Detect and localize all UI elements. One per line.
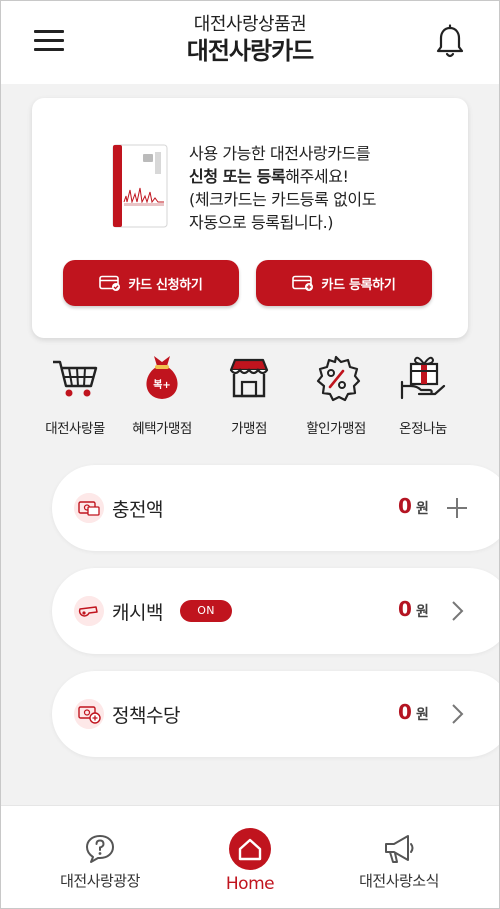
card-text-bold: 신청 또는 등록 xyxy=(189,167,286,186)
card-check-icon xyxy=(99,275,121,291)
balance-amount: 0 xyxy=(398,597,412,621)
card-text-rest: 해주세요! xyxy=(285,167,349,186)
card-apply-label: 카드 신청하기 xyxy=(128,277,203,293)
brand-subtitle: 대전사랑상품권 xyxy=(193,14,307,35)
nav-label: Home xyxy=(225,874,275,894)
chevron-right-icon[interactable] xyxy=(445,599,469,623)
balance-label: 정책수당 xyxy=(112,705,180,727)
daejeon-card-image xyxy=(112,144,168,228)
balance-unit: 원 xyxy=(416,501,429,517)
discount-badge-icon xyxy=(316,355,361,402)
question-bubble-icon xyxy=(86,835,114,863)
category-stores[interactable]: 가맹점 xyxy=(204,352,294,437)
lucky-bag-icon: 복+ xyxy=(146,356,178,399)
balance-amount: 0 xyxy=(398,494,412,518)
hamburger-menu-icon[interactable] xyxy=(34,28,66,54)
card-instruction-text: 사용 가능한 대전사랑카드를 신청 또는 등록해주세요! (체크카드는 카드등록… xyxy=(189,142,449,234)
gift-hand-icon xyxy=(400,356,446,400)
card-register-button[interactable]: 카드 등록하기 xyxy=(256,260,432,306)
brand-title: 대전사랑카드 xyxy=(186,37,314,65)
app-header: 대전사랑상품권 대전사랑카드 xyxy=(0,0,500,84)
whistle-icon xyxy=(74,596,104,626)
balance-row-policy-allowance[interactable]: 정책수당 0 원 xyxy=(52,671,500,757)
balance-amount: 0 xyxy=(398,700,412,724)
money-plus-icon xyxy=(74,699,104,729)
card-register-label: 카드 등록하기 xyxy=(321,277,396,293)
card-add-icon xyxy=(292,275,314,291)
category-label: 혜택가맹점 xyxy=(132,421,192,437)
category-label: 할인가맹점 xyxy=(306,421,366,437)
nav-label: 대전사랑소식 xyxy=(359,872,439,890)
chevron-right-icon[interactable] xyxy=(445,702,469,726)
card-text-line4: 자동으로 등록됩니다.) xyxy=(189,213,334,232)
bell-icon[interactable] xyxy=(434,24,466,60)
category-benefit-stores[interactable]: 복+ 혜택가맹점 xyxy=(117,352,207,437)
category-discount-stores[interactable]: 할인가맹점 xyxy=(291,352,381,437)
category-label: 온정나눔 xyxy=(399,421,447,437)
bottom-navigation: 대전사랑광장 Home 대전사랑소식 xyxy=(0,805,500,909)
balance-label: 충전액 xyxy=(112,499,163,521)
category-menu: 대전사랑몰 복+ 혜택가맹점 가맹점 할인가맹점 온정나눔 xyxy=(0,352,500,442)
cart-icon xyxy=(53,360,98,397)
category-label: 가맹점 xyxy=(231,421,267,437)
megaphone-icon xyxy=(385,835,414,863)
money-icon xyxy=(74,493,104,523)
home-icon xyxy=(229,828,271,870)
card-text-line1: 사용 가능한 대전사랑카드를 xyxy=(189,144,371,163)
card-text-line2: 신청 또는 등록해주세요! xyxy=(189,165,449,188)
balance-unit: 원 xyxy=(416,707,429,723)
app-brand: 대전사랑상품권 대전사랑카드 xyxy=(150,14,350,66)
nav-home[interactable]: Home xyxy=(167,806,333,894)
category-daejeon-mall[interactable]: 대전사랑몰 xyxy=(30,352,120,437)
balance-label: 캐시백 xyxy=(112,602,163,624)
cashback-status-badge[interactable]: ON xyxy=(180,600,232,622)
category-sharing[interactable]: 온정나눔 xyxy=(378,352,468,437)
card-registration-panel: 사용 가능한 대전사랑카드를 신청 또는 등록해주세요! (체크카드는 카드등록… xyxy=(32,98,468,338)
card-text-line3: (체크카드는 카드등록 없이도 xyxy=(189,190,377,209)
balance-row-charge[interactable]: 충전액 0 원 xyxy=(52,465,500,551)
category-label: 대전사랑몰 xyxy=(45,421,105,437)
storefront-icon xyxy=(229,358,269,398)
nav-daejeon-news[interactable]: 대전사랑소식 xyxy=(316,806,482,891)
nav-daejeon-square[interactable]: 대전사랑광장 xyxy=(17,806,183,891)
card-apply-button[interactable]: 카드 신청하기 xyxy=(63,260,239,306)
balance-row-cashback[interactable]: 캐시백 ON 0 원 xyxy=(52,568,500,654)
plus-icon[interactable] xyxy=(445,496,469,520)
balance-unit: 원 xyxy=(416,604,429,620)
nav-label: 대전사랑광장 xyxy=(60,872,140,890)
lucky-bag-text: 복+ xyxy=(153,379,171,391)
